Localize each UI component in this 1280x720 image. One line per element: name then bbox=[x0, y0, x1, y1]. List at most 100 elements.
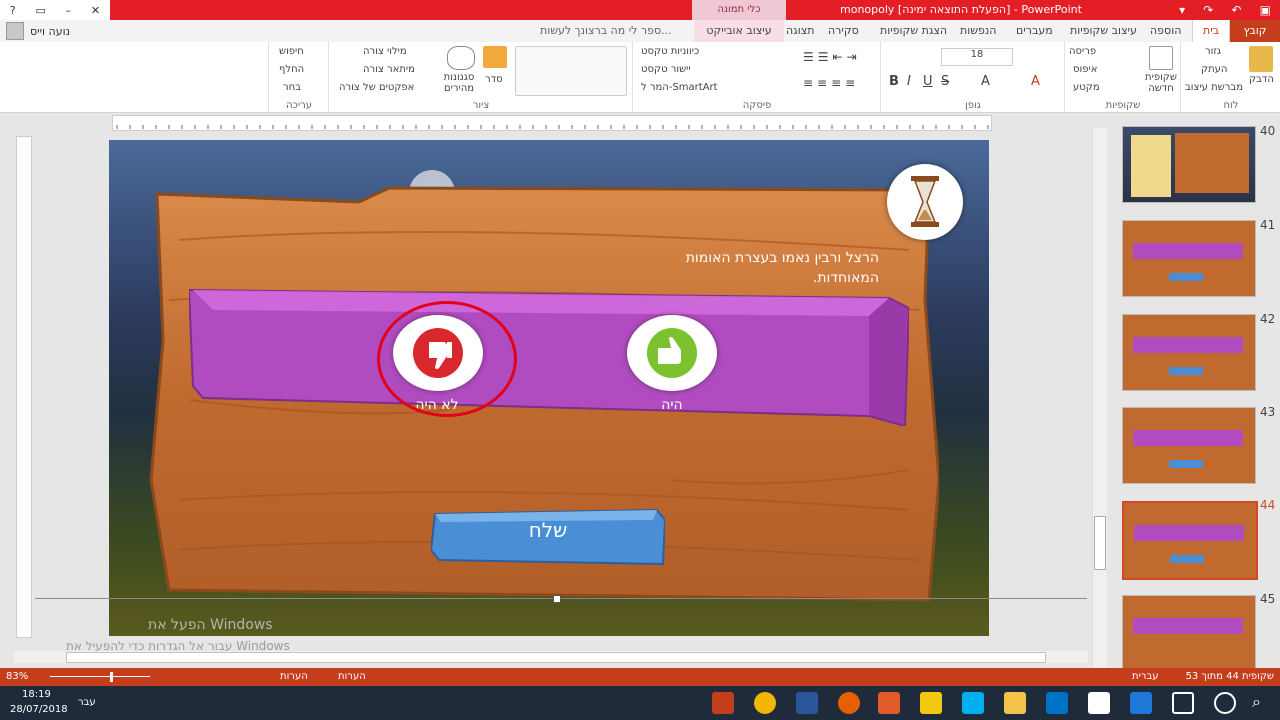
minimize-icon[interactable]: – bbox=[66, 4, 72, 17]
arrange-icon[interactable] bbox=[483, 46, 507, 68]
title-bar: ? ▭ – ✕ כלי תמונה monopoly [הפעלת התוצאה… bbox=[0, 0, 1280, 20]
language-indicator[interactable]: עברית bbox=[1132, 671, 1159, 682]
outlook-icon[interactable] bbox=[1046, 692, 1068, 714]
search-icon[interactable]: ⌕ bbox=[1252, 692, 1274, 714]
new-slide-icon[interactable] bbox=[1149, 46, 1173, 70]
question-text[interactable]: הרצל ורבין נאמו בעצרת האומות המאוחדות. bbox=[669, 248, 879, 288]
skype-icon[interactable] bbox=[962, 692, 984, 714]
slide-thumbnail[interactable] bbox=[1122, 220, 1256, 297]
horizontal-scroll-thumb[interactable] bbox=[66, 652, 1046, 663]
slide-thumbnail[interactable] bbox=[1122, 314, 1256, 391]
tab-insert[interactable]: הוספה bbox=[1150, 20, 1181, 42]
slide-thumbnail[interactable] bbox=[1122, 407, 1256, 484]
format-painter-button[interactable]: מברשת עיצוב bbox=[1185, 82, 1243, 93]
zoom-slider-thumb[interactable] bbox=[110, 672, 113, 682]
tab-file[interactable]: קובץ bbox=[1230, 20, 1280, 42]
comments-button[interactable]: הערות bbox=[338, 671, 366, 682]
font-size-decrease[interactable]: A bbox=[981, 74, 990, 89]
replace-button[interactable]: החלף bbox=[279, 64, 304, 75]
lock-app-icon[interactable] bbox=[920, 692, 942, 714]
slide-canvas[interactable]: הרצל ורבין נאמו בעצרת האומות המאוחדות. ל… bbox=[109, 140, 989, 636]
notes-button[interactable]: הערות bbox=[280, 671, 308, 682]
tab-design[interactable]: עיצוב שקופיות bbox=[1070, 20, 1137, 42]
select-button[interactable]: בחר bbox=[283, 82, 301, 93]
send-label[interactable]: שלח bbox=[431, 518, 665, 542]
account[interactable]: נועה וייס bbox=[6, 22, 70, 40]
edge-icon[interactable] bbox=[1130, 692, 1152, 714]
slide-thumbnail[interactable] bbox=[1122, 126, 1256, 203]
align-text-button[interactable]: יישור טקסט bbox=[641, 64, 691, 75]
tell-me-search[interactable]: ספר לי מה ברצונך לעשות... bbox=[540, 20, 672, 42]
paste-label[interactable]: הדבק bbox=[1249, 74, 1274, 85]
chrome-icon[interactable] bbox=[754, 692, 776, 714]
restore-icon[interactable]: ▭ bbox=[35, 4, 45, 17]
task-view-icon[interactable] bbox=[1172, 692, 1194, 714]
shape-effects-button[interactable]: אפקטים של צורה bbox=[339, 82, 414, 93]
bold-button[interactable]: B bbox=[889, 74, 899, 89]
copy-button[interactable]: העתק bbox=[1201, 64, 1227, 75]
tab-view[interactable]: תצוגה bbox=[786, 20, 814, 42]
resize-handle[interactable] bbox=[553, 595, 561, 603]
paste-icon[interactable] bbox=[1249, 46, 1273, 72]
help-icon[interactable]: ? bbox=[10, 4, 16, 17]
hourglass-icon bbox=[911, 176, 939, 227]
shape-fill-button[interactable]: מילוי צורה bbox=[363, 46, 407, 57]
powerpoint-icon[interactable] bbox=[712, 692, 734, 714]
strike-button[interactable]: S bbox=[941, 74, 949, 89]
alignment-buttons[interactable]: ≡≡≡≡ bbox=[803, 76, 859, 90]
quick-styles-icon[interactable] bbox=[447, 46, 475, 70]
avatar bbox=[6, 22, 24, 40]
quick-styles-button[interactable]: סגנונות מהירים bbox=[437, 72, 481, 94]
new-slide-button[interactable]: שקופית חדשה bbox=[1143, 72, 1179, 94]
firefox-icon[interactable] bbox=[838, 692, 860, 714]
text-direction-button[interactable]: כיווניות טקסט bbox=[641, 46, 699, 57]
vertical-scrollbar[interactable] bbox=[1092, 128, 1107, 668]
font-color-button[interactable]: A bbox=[1031, 74, 1040, 89]
group-drawing: סדר סגנונות מהירים מילוי צורה מיתאר צורה… bbox=[328, 42, 633, 112]
tab-review[interactable]: סקירה bbox=[828, 20, 859, 42]
redo-icon[interactable]: ↷ bbox=[1203, 3, 1213, 17]
slide-number: 41 bbox=[1260, 218, 1276, 232]
underline-button[interactable]: U bbox=[923, 74, 933, 89]
clock-time[interactable]: 18:19 bbox=[22, 689, 51, 700]
list-buttons[interactable]: ☰☰⇤⇥ bbox=[803, 50, 861, 64]
app-icon[interactable] bbox=[878, 692, 900, 714]
undo-icon[interactable]: ↶ bbox=[1231, 3, 1241, 17]
timer-hourglass-icon[interactable] bbox=[887, 164, 963, 240]
customize-icon[interactable]: ▾ bbox=[1179, 3, 1185, 17]
tab-slideshow[interactable]: הצגת שקופיות bbox=[880, 20, 947, 42]
zoom-slider[interactable] bbox=[50, 676, 150, 677]
close-icon[interactable]: ✕ bbox=[91, 4, 100, 17]
shapes-gallery[interactable] bbox=[515, 46, 627, 96]
layout-button[interactable]: פריסה bbox=[1069, 46, 1096, 57]
store-icon[interactable] bbox=[1088, 692, 1110, 714]
section-button[interactable]: מקטע bbox=[1073, 82, 1100, 93]
reset-button[interactable]: איפוס bbox=[1073, 64, 1097, 75]
slide-thumbnail[interactable] bbox=[1122, 595, 1256, 672]
true-answer-label: היה bbox=[661, 397, 683, 413]
slide-thumbnails-pane: 40 41 42 43 44 45 bbox=[1110, 118, 1280, 672]
cortana-icon[interactable] bbox=[1214, 692, 1236, 714]
cut-button[interactable]: גזור bbox=[1205, 46, 1221, 57]
clock-date[interactable]: 28/07/2018 bbox=[10, 704, 68, 715]
font-size-box[interactable]: 18 bbox=[941, 48, 1013, 66]
tab-format[interactable]: עיצוב אובייקט bbox=[694, 20, 784, 42]
true-answer-button[interactable] bbox=[627, 315, 717, 391]
find-button[interactable]: חיפוש bbox=[279, 46, 304, 57]
input-language[interactable]: עבר bbox=[78, 697, 96, 708]
word-icon[interactable] bbox=[796, 692, 818, 714]
zoom-level[interactable]: 83% bbox=[6, 671, 28, 682]
slide-thumbnail-selected[interactable] bbox=[1122, 501, 1258, 580]
arrange-button[interactable]: סדר bbox=[485, 74, 503, 85]
shape-outline-button[interactable]: מיתאר צורה bbox=[363, 64, 415, 75]
tab-animations[interactable]: הנפשות bbox=[960, 20, 996, 42]
smartart-button[interactable]: המר ל-SmartArt bbox=[641, 82, 718, 93]
tab-home[interactable]: בית bbox=[1192, 20, 1230, 42]
file-explorer-icon[interactable] bbox=[1004, 692, 1026, 714]
vertical-scroll-thumb[interactable] bbox=[1094, 516, 1106, 570]
italic-button[interactable]: I bbox=[907, 74, 911, 89]
context-tab-group: כלי תמונה bbox=[692, 0, 786, 20]
save-icon[interactable]: ▣ bbox=[1260, 3, 1271, 17]
user-name: נועה וייס bbox=[30, 24, 71, 38]
tab-transitions[interactable]: מעברים bbox=[1016, 20, 1053, 42]
